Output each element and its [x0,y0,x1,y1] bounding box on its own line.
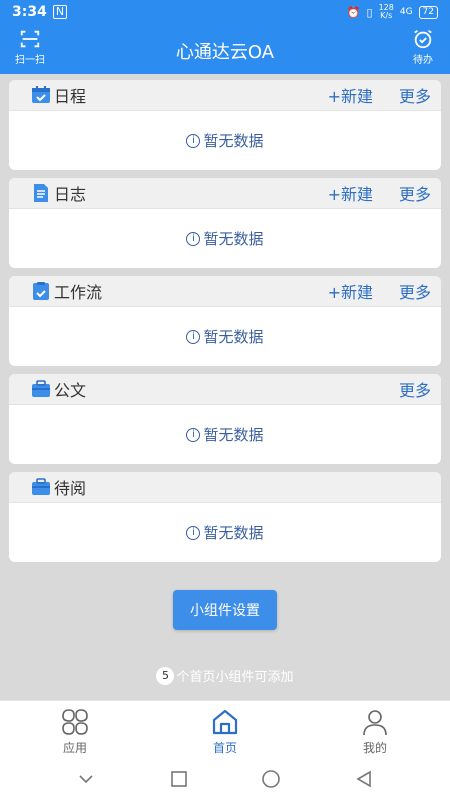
tab-home[interactable]: 首页 [150,701,300,758]
user-icon [363,710,387,736]
todo-label: 待办 [413,55,433,66]
alarm-icon: ⏰ [346,5,361,19]
empty-text: 暂无数据 [203,328,264,346]
schedule-new-button[interactable]: +新建 [328,83,373,107]
empty-text: 暂无数据 [203,132,264,150]
app-header: 扫一扫 心通达云OA 待办 [0,24,450,74]
card-empty-state: i 暂无数据 [9,503,441,562]
workflow-more-button[interactable]: 更多 [399,279,431,303]
info-icon: i [186,329,201,344]
workflow-icon [33,282,49,300]
empty-text: 暂无数据 [203,426,264,444]
card-empty-state: i 暂无数据 [9,111,441,170]
info-icon: i [186,525,201,540]
chevron-down-icon [79,775,93,784]
info-icon: i [186,133,201,148]
to-read-card: 待阅 i 暂无数据 [9,472,441,562]
nav-back-button[interactable] [353,768,375,790]
home-icon [212,709,238,735]
log-card: 日志 +新建 更多 i 暂无数据 [9,178,441,268]
card-empty-state: i 暂无数据 [9,405,441,464]
card-empty-state: i 暂无数据 [9,307,441,366]
network-speed: 128 K/s [378,3,394,20]
tab-label: 应用 [62,741,87,755]
workflow-new-button[interactable]: +新建 [328,279,373,303]
card-title: 工作流 [54,283,103,302]
tab-label: 我的 [362,741,387,755]
card-header: 公文 更多 [9,374,441,405]
card-header: 日志 +新建 更多 [9,178,441,209]
alarm-clock-icon [414,29,432,49]
info-icon: i [186,231,201,246]
signal-icon: 4G [399,7,413,17]
page-title: 心通达云OA [175,42,275,63]
card-title: 日志 [54,185,87,204]
tab-mine[interactable]: 我的 [300,701,450,758]
card-header: 待阅 [9,472,441,503]
tab-label: 首页 [212,741,237,755]
nav-home-button[interactable] [260,768,282,790]
bottom-tab-bar: 应用 首页 我的 [0,700,450,758]
card-title: 待阅 [54,479,87,498]
status-time: 3:34 [12,4,47,20]
log-new-button[interactable]: +新建 [328,181,373,205]
schedule-more-button[interactable]: 更多 [399,83,431,107]
circle-icon [262,770,281,788]
log-icon [34,184,48,202]
widget-hint-text: 个首页小组件可添加 [176,670,294,685]
card-title: 公文 [54,381,87,400]
card-empty-state: i 暂无数据 [9,209,441,268]
apps-icon [62,709,88,735]
todo-button[interactable]: 待办 [398,28,448,66]
empty-text: 暂无数据 [203,524,264,542]
info-icon: i [186,427,201,442]
nav-recents-button[interactable] [168,768,190,790]
widget-hint: 5 个首页小组件可添加 [0,666,450,685]
home-content: 日程 +新建 更多 i 暂无数据 日志 +新建 更多 i 暂无数据 工作流 +新… [0,74,450,700]
back-triangle-icon [356,770,371,788]
document-card: 公文 更多 i 暂无数据 [9,374,441,464]
card-header: 工作流 +新建 更多 [9,276,441,307]
calendar-icon [32,86,50,103]
nav-collapse-button[interactable] [75,768,97,790]
card-header: 日程 +新建 更多 [9,80,441,111]
empty-text: 暂无数据 [203,230,264,248]
status-bar: 3:34 N ⏰ ▯ 128 K/s 4G 72 [0,0,450,24]
document-icon [32,380,50,397]
workflow-card: 工作流 +新建 更多 i 暂无数据 [9,276,441,366]
widget-settings-button[interactable]: 小组件设置 [173,590,277,630]
nfc-icon: N [52,5,68,19]
vibrate-icon: ▯ [366,5,373,19]
tab-apps[interactable]: 应用 [0,701,150,758]
system-nav-bar [0,758,450,800]
battery-icon: 72 [418,5,438,19]
schedule-card: 日程 +新建 更多 i 暂无数据 [9,80,441,170]
to-read-icon [32,478,50,495]
widget-count-badge: 5 [156,666,175,685]
square-icon [170,771,187,787]
log-more-button[interactable]: 更多 [399,181,431,205]
card-title: 日程 [54,87,87,106]
status-right: ⏰ ▯ 128 K/s 4G 72 [347,4,438,20]
document-more-button[interactable]: 更多 [399,377,431,401]
